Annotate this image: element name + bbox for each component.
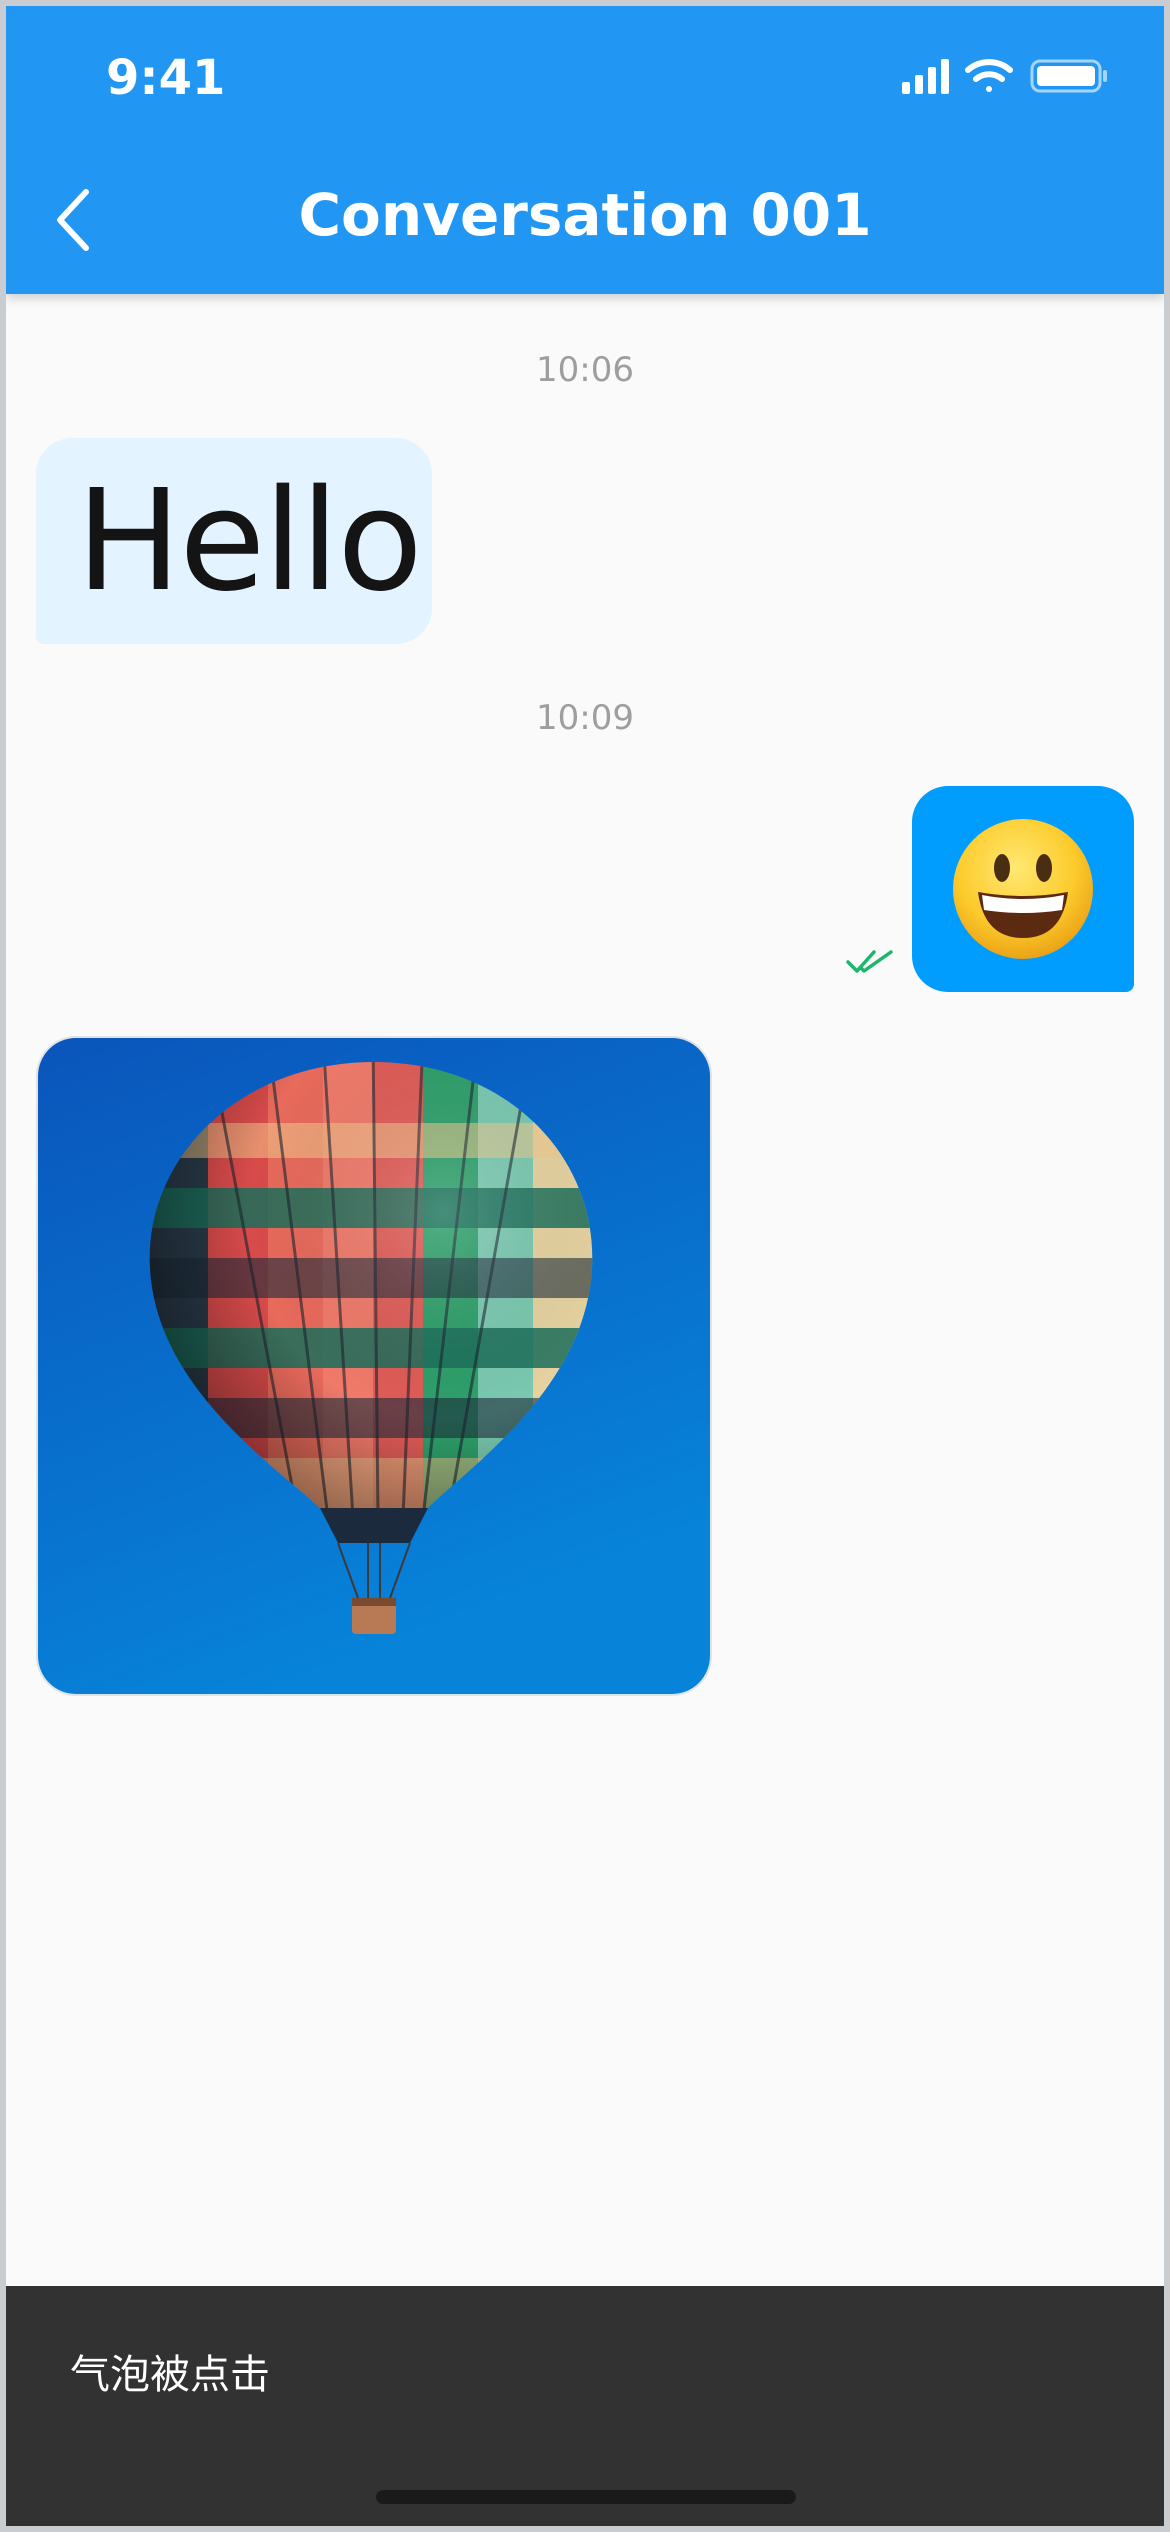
wifi-icon [965, 59, 1013, 92]
read-receipt-icon [846, 950, 893, 973]
phone-screen: 9:41 Conversation 001 10:06 Hello 10:09 … [6, 6, 1164, 2526]
message-text: Hello [76, 459, 423, 623]
incoming-text-bubble[interactable]: Hello [36, 438, 432, 644]
snackbar-message: 气泡被点击 [70, 2352, 270, 2398]
home-indicator[interactable] [376, 2490, 796, 2504]
app-bar: 9:41 Conversation 001 [6, 6, 1164, 294]
battery-icon [1030, 59, 1107, 93]
grinning-face-icon [953, 819, 1093, 959]
cellular-signal-icon [902, 59, 949, 94]
status-icons [902, 59, 1107, 94]
status-time: 9:41 [106, 50, 226, 106]
message-timestamp: 10:06 [536, 350, 634, 390]
incoming-image-bubble[interactable] [36, 1036, 712, 1696]
page-title: Conversation 001 [298, 181, 872, 249]
outgoing-emoji-bubble[interactable] [912, 786, 1134, 992]
message-timestamp: 10:09 [536, 698, 634, 738]
hot-air-balloon-image [38, 1038, 710, 1694]
